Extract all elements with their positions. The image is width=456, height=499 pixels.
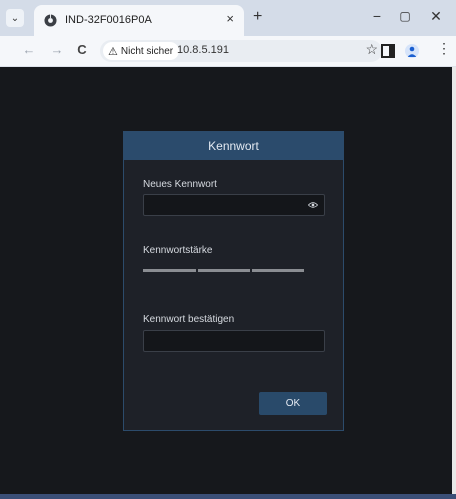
browser-toolbar: ← → C ⚠ Nicht sicher 10.8.5.191 ☆: [0, 36, 456, 67]
url-text: 10.8.5.191: [177, 44, 229, 56]
tab-strip: ⌄ IND-32F0016P0A × + − ▢ ✕: [0, 0, 456, 36]
profile-avatar-glyph: [407, 46, 417, 57]
warning-icon: ⚠: [108, 45, 118, 58]
new-password-label: Neues Kennwort: [143, 179, 217, 190]
strength-label: Kennwortstärke: [143, 245, 213, 256]
new-tab-button[interactable]: +: [253, 8, 262, 26]
ok-button[interactable]: OK: [259, 392, 327, 415]
side-panel-icon[interactable]: [381, 44, 395, 58]
back-icon[interactable]: ←: [20, 42, 38, 57]
tab-title: IND-32F0016P0A: [65, 14, 152, 26]
address-bar[interactable]: ⚠ Nicht sicher 10.8.5.191 ☆: [100, 40, 382, 62]
star-icon[interactable]: ☆: [365, 41, 378, 58]
kebab-menu-icon[interactable]: ⋮: [437, 40, 451, 57]
minimize-button[interactable]: −: [367, 8, 387, 24]
browser-tab[interactable]: IND-32F0016P0A ×: [34, 5, 244, 36]
strength-bar-1: [143, 269, 196, 272]
tab-close-icon[interactable]: ×: [226, 11, 234, 26]
confirm-password-label: Kennwort bestätigen: [143, 314, 235, 325]
eye-icon[interactable]: [308, 201, 318, 209]
security-label: Nicht sicher: [120, 45, 174, 57]
strength-bar-2: [198, 269, 250, 272]
window-edge: [452, 67, 456, 499]
strength-bar-3: [252, 269, 304, 272]
profile-icon[interactable]: [405, 44, 419, 58]
maximize-button[interactable]: ▢: [395, 9, 415, 23]
new-password-input[interactable]: [143, 194, 325, 216]
close-window-button[interactable]: ✕: [426, 8, 446, 25]
password-dialog: Kennwort Neues Kennwort Kennwortstärke K…: [123, 131, 344, 431]
security-chip[interactable]: ⚠ Nicht sicher: [103, 42, 180, 60]
reload-icon[interactable]: C: [73, 42, 91, 57]
tab-search-button[interactable]: ⌄: [6, 9, 24, 27]
dialog-title: Kennwort: [124, 132, 343, 160]
chrome-icon: [44, 14, 57, 27]
forward-icon[interactable]: →: [48, 42, 66, 57]
confirm-password-input[interactable]: [143, 330, 325, 352]
taskbar-strip: [0, 494, 456, 499]
browser-window: ⌄ IND-32F0016P0A × + − ▢ ✕ ← → C ⚠ Nicht…: [0, 0, 456, 499]
